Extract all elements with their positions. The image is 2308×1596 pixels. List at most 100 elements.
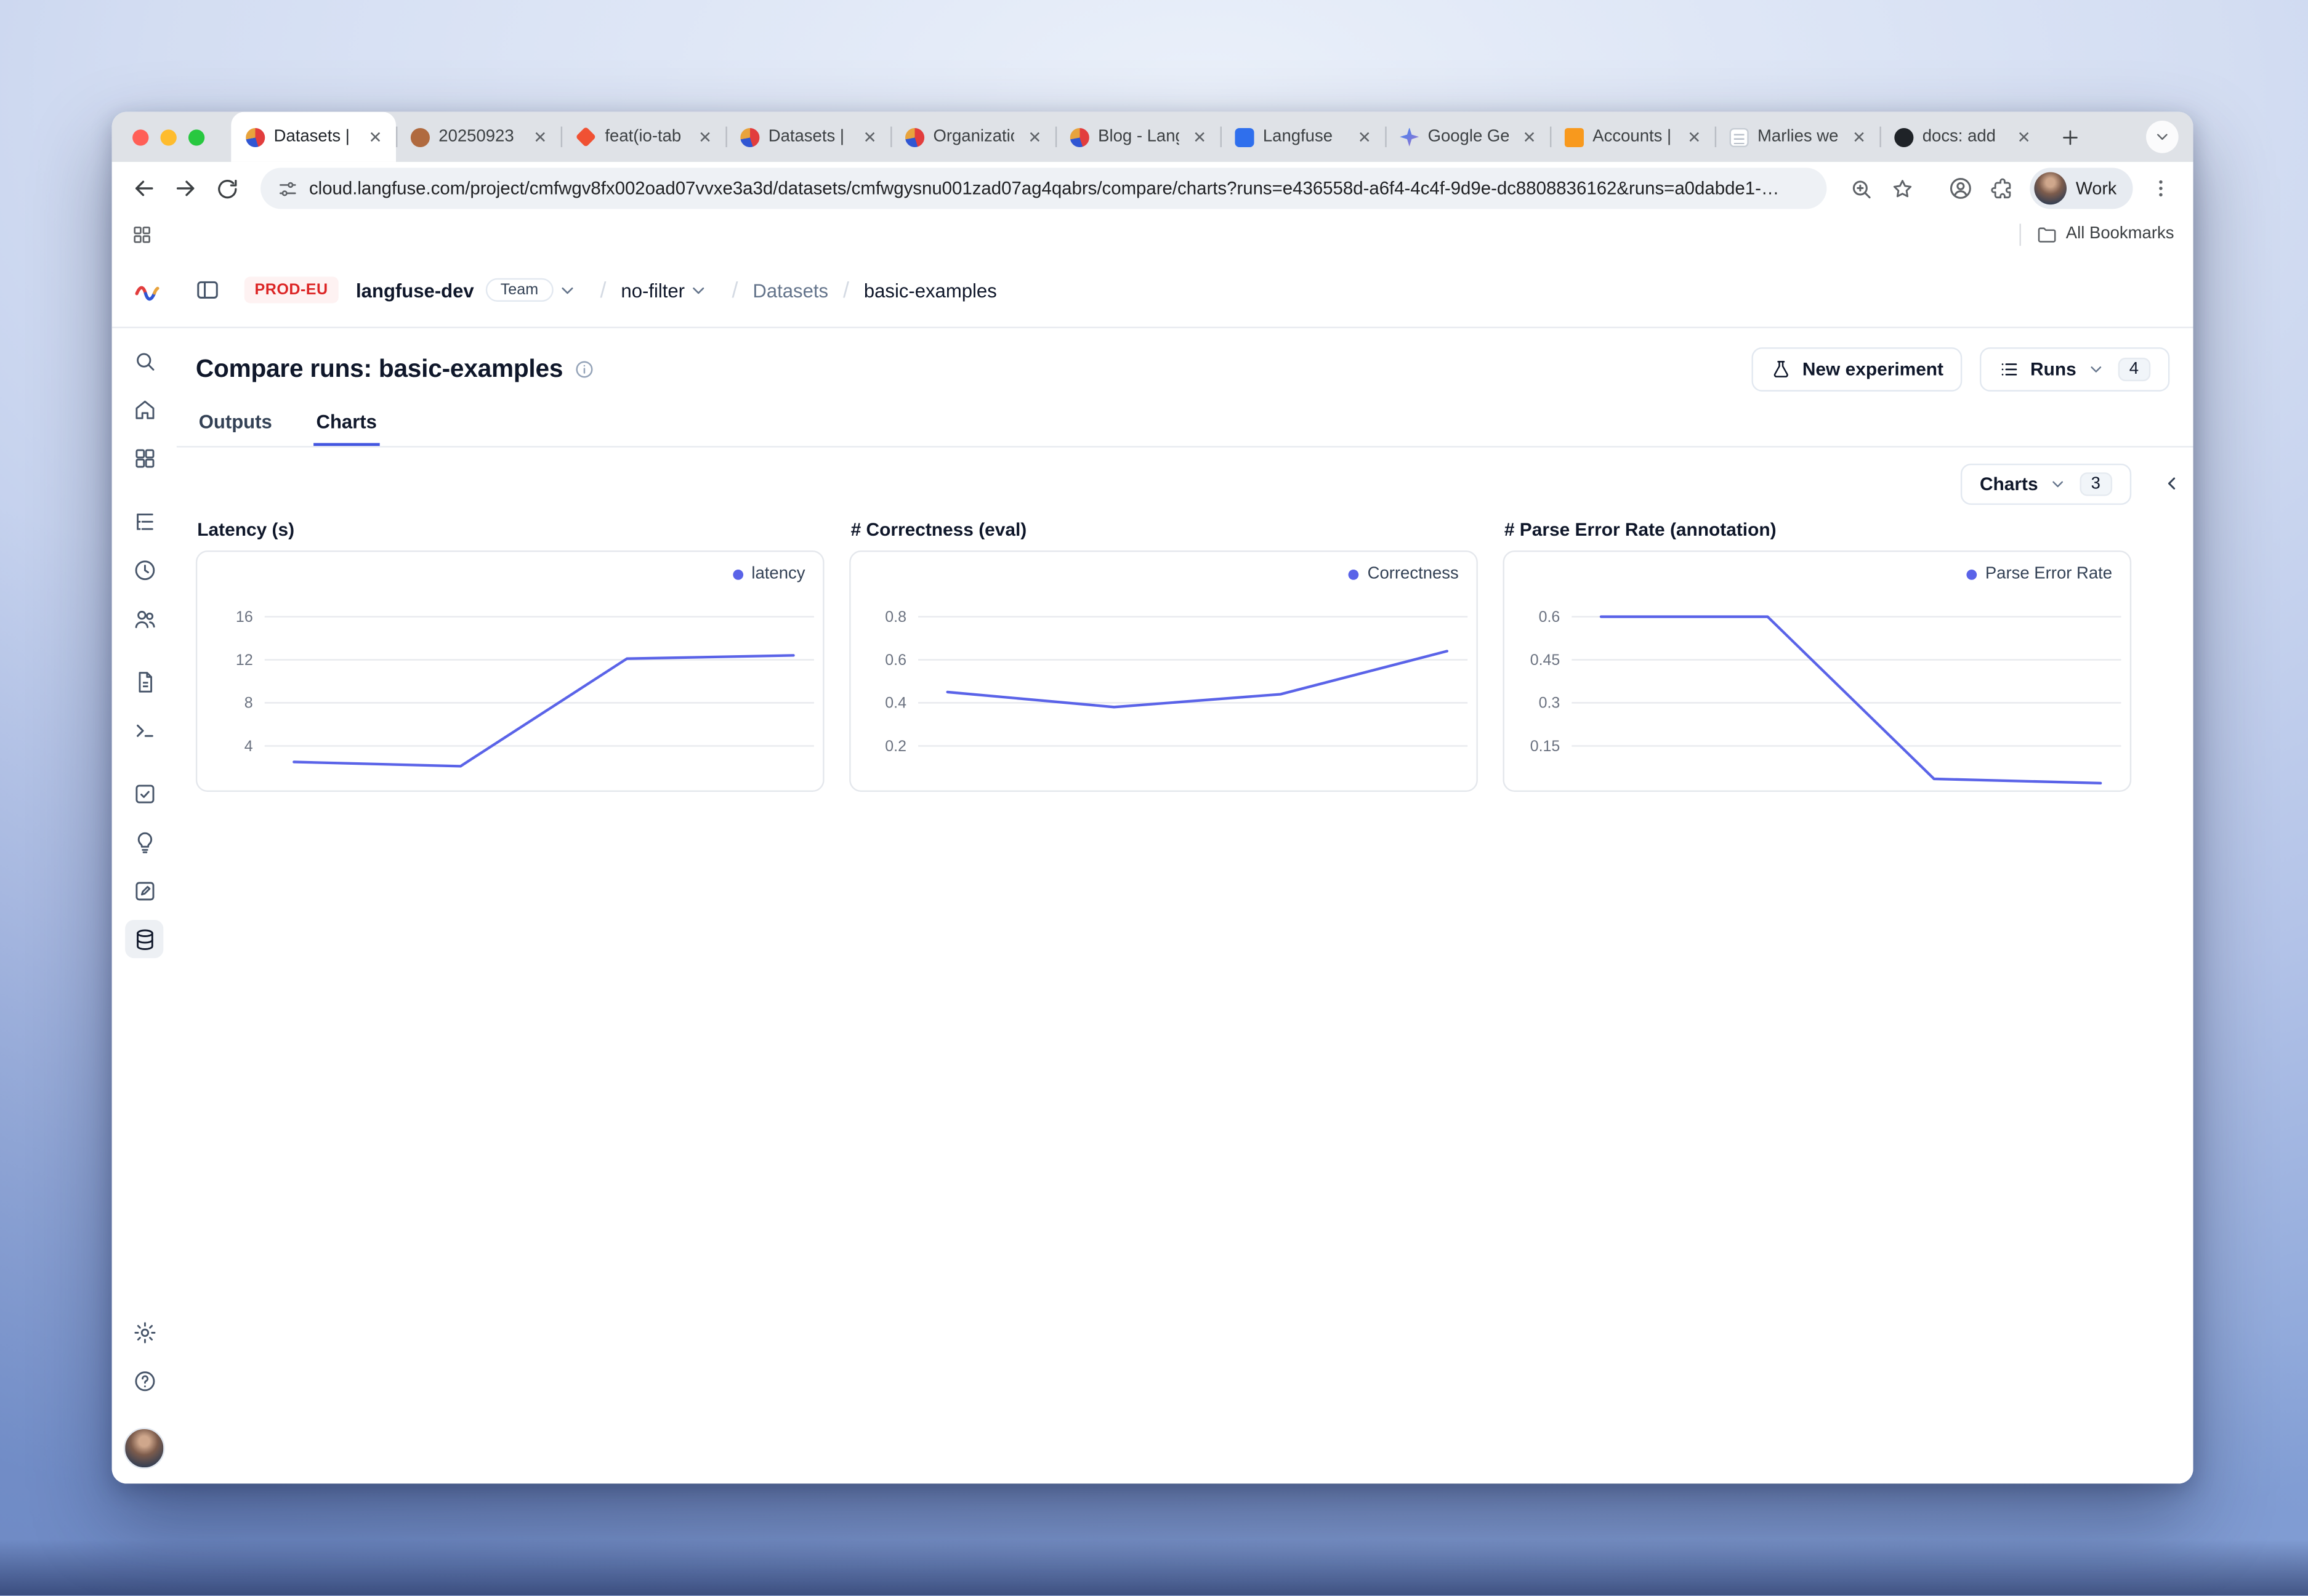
langfuse-logo[interactable]: [132, 275, 162, 305]
browser-tab[interactable]: Datasets | ✕: [725, 112, 890, 162]
browser-tab[interactable]: Organizatio ✕: [890, 112, 1055, 162]
sidebar-item-playground[interactable]: [125, 711, 163, 749]
refresh-button[interactable]: [208, 169, 246, 208]
browser-profile-chip[interactable]: Work: [2030, 167, 2133, 209]
support-help-icon[interactable]: [125, 1361, 163, 1400]
desktop-wallpaper: Datasets | la ✕ 20250923 ✕ feat(io-tab ✕…: [0, 0, 2308, 1595]
back-button[interactable]: [125, 169, 163, 208]
sidebar-item-datasets[interactable]: [125, 920, 163, 958]
bookmark-star-icon[interactable]: [1883, 169, 1921, 208]
browser-tab[interactable]: Blog - Lang ✕: [1055, 112, 1221, 162]
legend-label: Parse Error Rate: [1985, 565, 2112, 583]
line-plot: 0.150.30.450.6: [1504, 552, 2130, 790]
tab-close-icon[interactable]: ✕: [1682, 125, 1706, 148]
chart-card-latency[interactable]: latency 481216: [196, 550, 825, 792]
browser-tab[interactable]: Datasets | la ✕: [231, 112, 396, 162]
svg-text:0.3: 0.3: [1539, 695, 1560, 712]
browser-tab[interactable]: Marlies we ✕: [1715, 112, 1880, 162]
main-panel: Compare runs: basic-examples New experim…: [177, 328, 2193, 1483]
profile-label: Work: [2076, 178, 2116, 198]
charts-count-badge: 3: [2080, 472, 2113, 496]
collapse-panel-chevron-left-icon[interactable]: [2161, 472, 2183, 494]
sidebar-item-search[interactable]: [125, 342, 163, 380]
sidebar-bottom: [124, 1313, 165, 1469]
site-settings-icon[interactable]: [276, 177, 299, 200]
app-header: PROD-EU langfuse-dev Team / no-filter / …: [112, 253, 2193, 328]
tab-charts[interactable]: Charts: [313, 402, 380, 446]
sidebar-item-suggestions[interactable]: [125, 823, 163, 861]
password-manager-icon[interactable]: [1942, 169, 1980, 208]
sidebar-toggle-icon[interactable]: [195, 276, 221, 303]
tab-favicon: [1235, 127, 1254, 147]
tab-close-icon[interactable]: ✕: [1847, 125, 1871, 148]
tab-close-icon[interactable]: ✕: [1517, 125, 1541, 148]
tab-title: Google Ge: [1428, 128, 1509, 146]
tab-close-icon[interactable]: ✕: [363, 125, 387, 148]
tab-close-icon[interactable]: ✕: [1188, 125, 1211, 148]
apps-grid-icon[interactable]: [131, 223, 153, 245]
browser-tab[interactable]: 20250923 ✕: [396, 112, 561, 162]
sidebar-item-sessions[interactable]: [125, 550, 163, 589]
tab-close-icon[interactable]: ✕: [693, 125, 717, 148]
new-tab-button[interactable]: [2051, 118, 2089, 156]
tab-favicon: [1894, 127, 1913, 147]
charts-dropdown-button[interactable]: Charts 3: [1961, 464, 2131, 505]
sidebar-item-users[interactable]: [125, 599, 163, 637]
breadcrumb-separator: /: [843, 278, 849, 303]
browser-tab[interactable]: Google Ge ✕: [1385, 112, 1550, 162]
browser-tab[interactable]: feat(io-tab ✕: [561, 112, 726, 162]
extensions-puzzle-icon[interactable]: [1983, 169, 2021, 208]
project-name[interactable]: no-filter: [621, 279, 685, 301]
tab-search-icon[interactable]: [2146, 121, 2179, 153]
svg-text:0.4: 0.4: [885, 695, 906, 712]
window-maximize-icon[interactable]: [188, 129, 204, 145]
sidebar-item-tracing[interactable]: [125, 502, 163, 540]
chart-legend: Correctness: [1349, 565, 1459, 583]
browser-tab-strip: Datasets | la ✕ 20250923 ✕ feat(io-tab ✕…: [112, 112, 2193, 162]
browser-tab[interactable]: Accounts | ✕: [1550, 112, 1715, 162]
runs-dropdown-button[interactable]: Runs 4: [1980, 347, 2170, 392]
sidebar-item-dashboards[interactable]: [125, 438, 163, 477]
window-minimize-icon[interactable]: [161, 129, 177, 145]
langfuse-app: PROD-EU langfuse-dev Team / no-filter / …: [112, 253, 2193, 1483]
info-icon[interactable]: [575, 359, 595, 379]
url-text[interactable]: cloud.langfuse.com/project/cmfwgv8fx002o…: [309, 178, 1827, 198]
sidebar-item-annotation[interactable]: [125, 871, 163, 909]
tab-close-icon[interactable]: ✕: [1023, 125, 1046, 148]
chart-legend: Parse Error Rate: [1966, 565, 2112, 583]
settings-gear-icon[interactable]: [125, 1313, 163, 1351]
browser-menu-icon[interactable]: [2142, 169, 2180, 208]
tab-close-icon[interactable]: ✕: [1353, 125, 1376, 148]
breadcrumb-datasets-link[interactable]: Datasets: [753, 279, 828, 301]
page-title: Compare runs: basic-examples: [196, 355, 563, 384]
project-chevron-down-icon[interactable]: [689, 280, 708, 299]
tab-outputs[interactable]: Outputs: [196, 402, 275, 446]
chart-card-correctness[interactable]: Correctness 0.20.40.60.8: [849, 550, 1478, 792]
sidebar-item-evaluation[interactable]: [125, 774, 163, 812]
tab-close-icon[interactable]: ✕: [528, 125, 552, 148]
chart-title: # Parse Error Rate (annotation): [1504, 520, 2131, 540]
org-name[interactable]: langfuse-dev: [356, 279, 474, 301]
tab-close-icon[interactable]: ✕: [2012, 125, 2036, 148]
legend-label: latency: [751, 565, 805, 583]
tab-close-icon[interactable]: ✕: [858, 125, 882, 148]
runs-chevron-down-icon: [2086, 361, 2104, 379]
address-bar[interactable]: cloud.langfuse.com/project/cmfwgv8fx002o…: [260, 167, 1827, 209]
user-avatar[interactable]: [124, 1428, 165, 1469]
zoom-icon[interactable]: [1842, 169, 1880, 208]
sidebar-item-prompts[interactable]: [125, 663, 163, 701]
chart-card-parse-error-rate[interactable]: Parse Error Rate 0.150.30.450.6: [1503, 550, 2132, 792]
sidebar-item-home[interactable]: [125, 390, 163, 428]
charts-row: Latency (s) latency 481216: [196, 520, 2169, 792]
browser-tab[interactable]: docs: add ✕: [1879, 112, 2044, 162]
forward-button[interactable]: [166, 169, 204, 208]
org-chevron-down-icon[interactable]: [557, 280, 576, 299]
browser-tab[interactable]: Langfuse ✕: [1221, 112, 1386, 162]
browser-toolbar: cloud.langfuse.com/project/cmfwgv8fx002o…: [112, 162, 2193, 215]
tab-title: docs: add: [1923, 128, 2003, 146]
window-close-icon[interactable]: [132, 129, 148, 145]
new-experiment-button[interactable]: New experiment: [1753, 347, 1963, 392]
svg-text:0.15: 0.15: [1530, 738, 1560, 755]
profile-avatar: [2035, 172, 2067, 205]
all-bookmarks-button[interactable]: All Bookmarks: [2066, 225, 2174, 243]
